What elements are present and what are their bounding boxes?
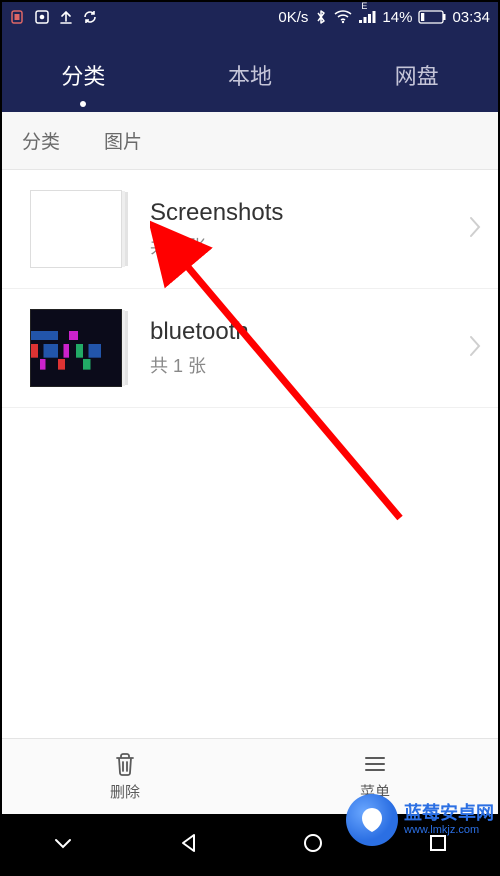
folder-texts: bluetooth 共 1 张 xyxy=(150,318,468,378)
tab-cloud[interactable]: 网盘 xyxy=(389,51,445,99)
nav-home-button[interactable] xyxy=(301,831,325,860)
chevron-right-icon xyxy=(468,214,482,245)
tab-local[interactable]: 本地 xyxy=(222,51,278,99)
folder-count: 共 1 张 xyxy=(150,352,468,378)
folder-item-bluetooth[interactable]: bluetooth 共 1 张 xyxy=(0,289,500,408)
folder-thumbnail xyxy=(30,309,122,387)
tab-category[interactable]: 分类 xyxy=(55,51,111,99)
battery-pct: 14% xyxy=(382,9,412,26)
breadcrumb-current[interactable]: 图片 xyxy=(76,121,170,160)
breadcrumb-root[interactable]: 分类 xyxy=(8,121,88,160)
watermark: 蓝莓安卓网 www.lmkjz.com xyxy=(346,794,494,846)
folder-title: bluetooth xyxy=(150,318,468,346)
bluetooth-icon xyxy=(314,9,328,25)
breadcrumb: 分类 图片 xyxy=(0,112,500,170)
sync-icon xyxy=(82,9,98,25)
net-speed: 0K/s xyxy=(278,9,308,26)
trash-icon xyxy=(112,751,138,777)
screenshot-icon xyxy=(34,9,50,25)
clock: 03:34 xyxy=(452,9,490,26)
chevron-right-icon xyxy=(468,333,482,364)
nav-back-button[interactable] xyxy=(177,831,201,860)
app-header: 分类 本地 网盘 xyxy=(0,34,500,112)
folder-texts: Screenshots 共 4 张 xyxy=(150,199,468,259)
folder-item-screenshots[interactable]: Screenshots 共 4 张 xyxy=(0,170,500,289)
watermark-url: www.lmkjz.com xyxy=(404,824,494,836)
sim-icon xyxy=(10,9,26,25)
circle-home-icon xyxy=(301,831,325,855)
folder-thumbnail xyxy=(30,190,122,268)
watermark-name: 蓝莓安卓网 xyxy=(404,804,494,824)
nav-collapse-button[interactable] xyxy=(50,830,76,861)
delete-button[interactable]: 删除 xyxy=(0,739,250,814)
folder-list: Screenshots 共 4 张 bluetooth 共 1 张 xyxy=(0,170,500,408)
watermark-logo xyxy=(346,794,398,846)
chevron-down-icon xyxy=(50,830,76,856)
signal-type: E xyxy=(361,1,367,11)
status-left-icons xyxy=(10,9,98,25)
wifi-icon xyxy=(334,10,352,24)
status-right-cluster: 0K/s E 14% 03:34 xyxy=(278,9,490,26)
battery-icon xyxy=(418,10,446,24)
folder-count: 共 4 张 xyxy=(150,233,468,259)
hamburger-icon xyxy=(362,751,388,777)
upload-icon xyxy=(58,9,74,25)
folder-title: Screenshots xyxy=(150,199,468,227)
signal-icon xyxy=(358,10,376,24)
delete-label: 删除 xyxy=(110,781,140,802)
status-bar: 0K/s E 14% 03:34 xyxy=(0,0,500,34)
triangle-back-icon xyxy=(177,831,201,855)
